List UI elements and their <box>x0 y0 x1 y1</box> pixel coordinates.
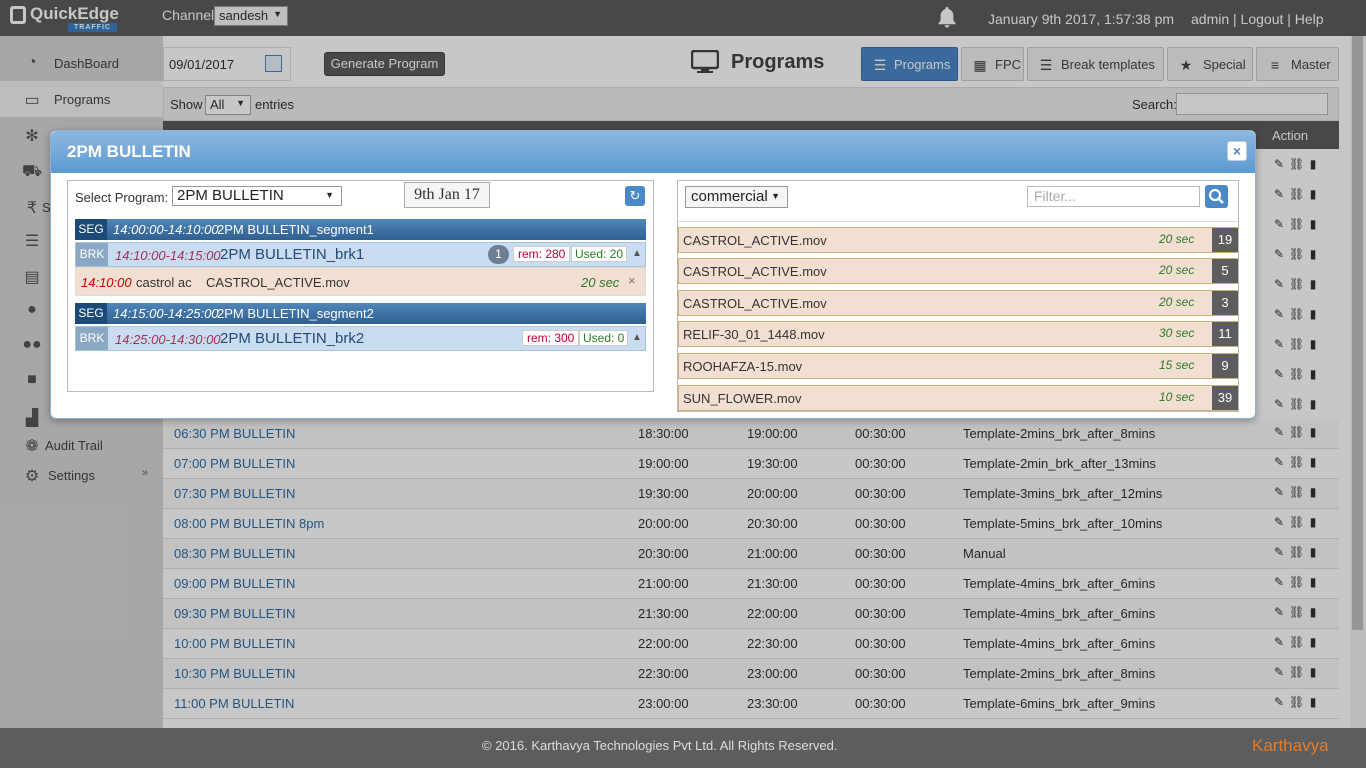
used-seconds: Used: 0 <box>579 330 629 346</box>
spot-duration: 20 sec <box>581 275 620 290</box>
search-icon <box>1208 188 1224 204</box>
segment-tag: SEG <box>75 303 107 324</box>
segment-time: 14:15:00-14:25:00 <box>113 306 219 321</box>
program-date: 9th Jan 17 <box>404 182 490 208</box>
media-item[interactable]: SUN_FLOWER.mov 10 sec 39 <box>678 385 1238 411</box>
media-duration: 10 sec <box>1159 390 1195 404</box>
break-name: 2PM BULLETIN_brk2 <box>220 330 365 347</box>
program-breaks-panel: Select Program: 2PM BULLETIN ▼ 9th Jan 1… <box>67 180 654 392</box>
media-type-value: commercial <box>691 188 768 205</box>
media-duration: 15 sec <box>1159 358 1195 372</box>
used-seconds: Used: 20 <box>571 246 628 262</box>
media-usage-count: 19 <box>1212 228 1238 252</box>
media-item[interactable]: ROOHAFZA-15.mov 15 sec 9 <box>678 353 1238 379</box>
refresh-icon: ↻ <box>629 188 641 203</box>
caret-down-icon: ▼ <box>325 190 334 200</box>
program-select-value: 2PM BULLETIN <box>177 187 284 204</box>
media-duration: 30 sec <box>1159 326 1195 340</box>
media-usage-count: 5 <box>1212 259 1238 283</box>
spot-file: CASTROL_ACTIVE.mov <box>206 275 350 290</box>
caret-down-icon: ▼ <box>771 191 780 201</box>
program-select[interactable]: 2PM BULLETIN ▼ <box>172 186 342 206</box>
spot-time: 14:10:00 <box>81 275 132 290</box>
footer: © 2016. Karthavya Technologies Pvt Ltd. … <box>0 728 1366 768</box>
modal-title: 2PM BULLETIN <box>67 142 191 161</box>
media-item[interactable]: CASTROL_ACTIVE.mov 20 sec 5 <box>678 258 1238 284</box>
segment-name: 2PM BULLETIN_segment2 <box>217 306 374 321</box>
break-row[interactable]: BRK 14:25:00-14:30:00 2PM BULLETIN_brk2 … <box>75 326 646 351</box>
break-time: 14:10:00-14:15:00 <box>115 248 221 263</box>
media-name: CASTROL_ACTIVE.mov <box>683 296 827 311</box>
media-name: CASTROL_ACTIVE.mov <box>683 233 827 248</box>
media-name: RELIF-30_01_1448.mov <box>683 327 825 342</box>
remove-spot-icon[interactable]: × <box>628 273 636 288</box>
break-tag: BRK <box>76 243 108 266</box>
filter-input[interactable]: Filter... <box>1027 186 1200 207</box>
segment-name: 2PM BULLETIN_segment1 <box>217 222 374 237</box>
break-time: 14:25:00-14:30:00 <box>115 332 221 347</box>
media-name: SUN_FLOWER.mov <box>683 391 802 406</box>
copyright-text: © 2016. Karthavya Technologies Pvt Ltd. … <box>482 738 838 753</box>
footer-brand: Karthavya <box>1252 736 1329 755</box>
media-name: CASTROL_ACTIVE.mov <box>683 264 827 279</box>
media-panel: commercial ▼ Filter... CASTROL_ACTIVE.mo… <box>677 180 1239 412</box>
media-usage-count: 9 <box>1212 354 1238 378</box>
media-duration: 20 sec <box>1159 263 1195 277</box>
media-usage-count: 39 <box>1212 386 1238 410</box>
scheduled-spot[interactable]: 14:10:00 castrol ac CASTROL_ACTIVE.mov 2… <box>75 267 646 296</box>
app-root: QuickEdge TRAFFIC Channel sandesh ▼ Janu… <box>0 0 1366 768</box>
media-usage-count: 3 <box>1212 291 1238 315</box>
search-button[interactable] <box>1205 185 1228 208</box>
media-item[interactable]: RELIF-30_01_1448.mov 30 sec 11 <box>678 321 1238 347</box>
spot-name: castrol ac <box>136 275 192 290</box>
close-button[interactable]: × <box>1227 141 1247 161</box>
media-usage-count: 11 <box>1212 322 1238 346</box>
media-duration: 20 sec <box>1159 295 1195 309</box>
segment-row: SEG 14:00:00-14:10:00 2PM BULLETIN_segme… <box>75 219 646 240</box>
media-name: ROOHAFZA-15.mov <box>683 359 803 374</box>
modal-header: 2PM BULLETIN × <box>51 131 1255 173</box>
remaining-seconds: rem: 280 <box>513 246 571 262</box>
break-row[interactable]: BRK 14:10:00-14:15:00 2PM BULLETIN_brk1 … <box>75 242 646 267</box>
media-type-select[interactable]: commercial ▼ <box>685 186 788 208</box>
segment-row: SEG 14:15:00-14:25:00 2PM BULLETIN_segme… <box>75 303 646 324</box>
segment-time: 14:00:00-14:10:00 <box>113 222 219 237</box>
break-tag: BRK <box>76 327 108 350</box>
media-duration: 20 sec <box>1159 232 1195 246</box>
break-name: 2PM BULLETIN_brk1 <box>220 246 365 263</box>
program-modal: 2PM BULLETIN × Select Program: 2PM BULLE… <box>50 130 1256 419</box>
refresh-button[interactable]: ↻ <box>625 186 645 206</box>
segment-tag: SEG <box>75 219 107 240</box>
media-item[interactable]: CASTROL_ACTIVE.mov 20 sec 19 <box>678 227 1238 253</box>
select-program-label: Select Program: <box>75 190 169 205</box>
spot-count-badge: 1 <box>488 245 509 264</box>
media-list: CASTROL_ACTIVE.mov 20 sec 19 CASTROL_ACTIVE… <box>678 221 1238 411</box>
media-item[interactable]: CASTROL_ACTIVE.mov 20 sec 3 <box>678 290 1238 316</box>
collapse-up-icon[interactable]: ▲ <box>632 332 642 343</box>
close-icon: × <box>1232 143 1242 159</box>
remaining-seconds: rem: 300 <box>522 330 580 346</box>
collapse-up-icon[interactable]: ▲ <box>632 248 642 259</box>
